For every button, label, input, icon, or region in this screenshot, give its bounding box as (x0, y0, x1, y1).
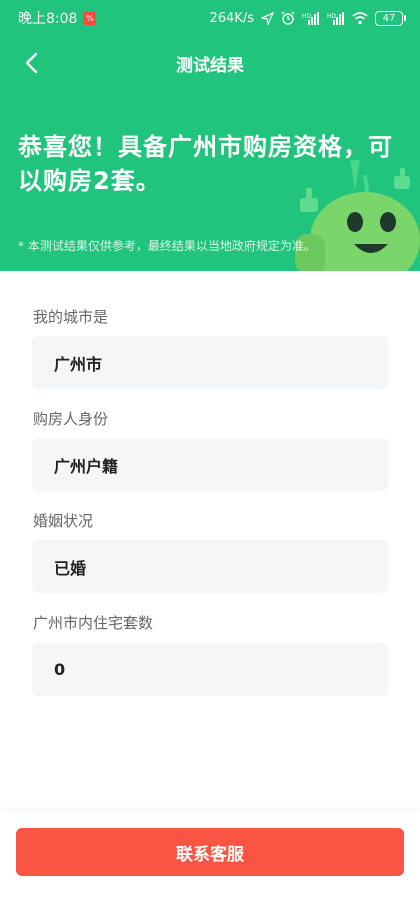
signal-hd-icon: HD (302, 11, 319, 25)
alarm-icon (281, 11, 295, 25)
city-value: 广州市 (54, 354, 103, 374)
footer-bar: 联系客服 (0, 811, 420, 911)
mascot-illustration (295, 160, 420, 271)
result-header: 晚上8:08 % 264K/s HD HD 47 测试结果 恭喜您！具备广州市购… (0, 0, 420, 271)
location-icon (261, 11, 274, 25)
page-title: 测试结果 (176, 56, 244, 76)
svg-text:HD: HD (302, 13, 312, 20)
nav-bar: 测试结果 (0, 36, 420, 90)
battery-icon: 47 (375, 10, 406, 26)
marital-field: 已婚 (32, 540, 388, 593)
marital-value: 已婚 (54, 558, 87, 578)
city-label: 我的城市是 (33, 308, 109, 326)
identity-field: 广州户籍 (32, 438, 388, 491)
houses-value: 0 (54, 660, 66, 679)
identity-value: 广州户籍 (54, 456, 119, 476)
contact-service-button[interactable]: 联系客服 (16, 828, 404, 876)
identity-label: 购房人身份 (33, 410, 109, 428)
battery-level: 47 (375, 10, 403, 26)
houses-label: 广州市内住宅套数 (33, 614, 154, 632)
status-time: 晚上8:08 (18, 11, 78, 27)
signal-hd-icon: HD (327, 11, 344, 25)
notification-icon: % (83, 11, 97, 25)
disclaimer-text: * 本测试结果仅供参考，最终结果以当地政府规定为准。 (18, 239, 316, 253)
result-form: 我的城市是 广州市 购房人身份 广州户籍 婚姻状况 已婚 广州市内住宅套数 0 (0, 271, 420, 811)
marital-label: 婚姻状况 (33, 512, 94, 530)
svg-text:HD: HD (327, 13, 337, 20)
city-field: 广州市 (32, 336, 388, 389)
network-speed: 264K/s (209, 10, 255, 26)
status-bar: 晚上8:08 % 264K/s HD HD 47 (0, 0, 420, 36)
houses-field: 0 (32, 643, 388, 696)
wifi-icon (352, 11, 368, 24)
